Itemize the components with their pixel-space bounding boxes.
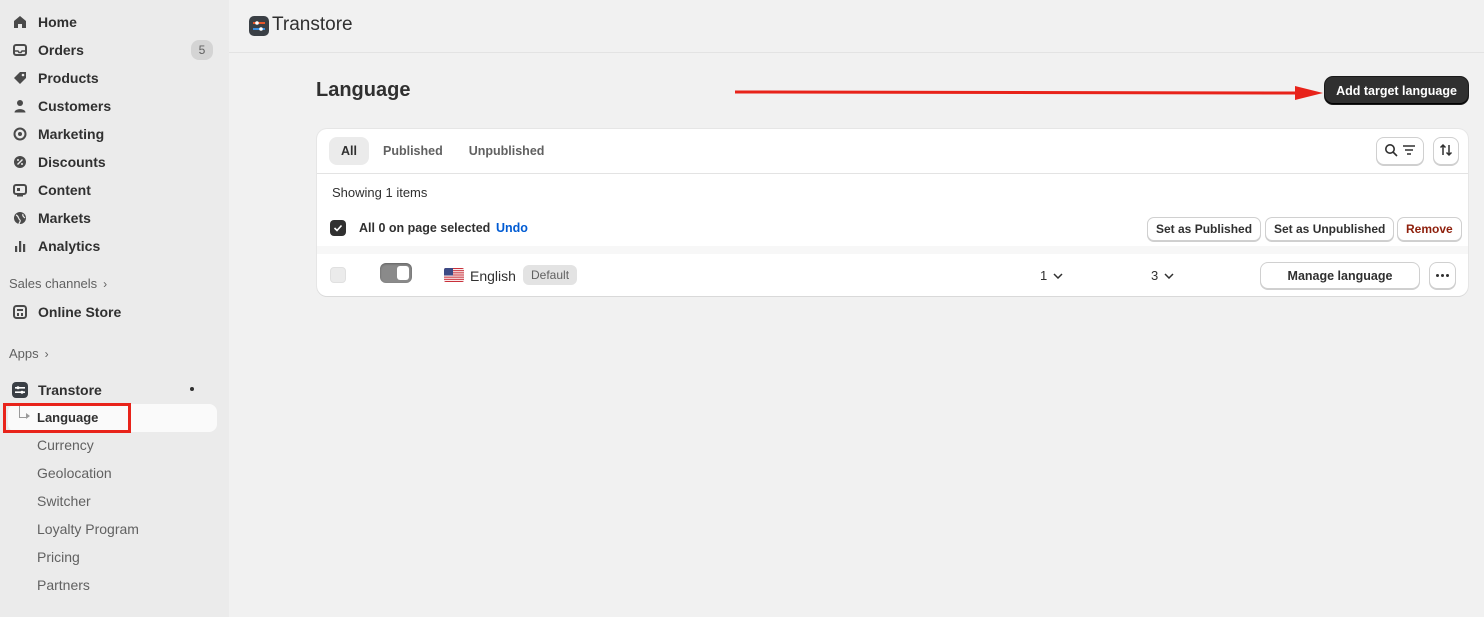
row-separator [317, 246, 1468, 254]
apps-label: Apps [9, 346, 39, 361]
sales-channels-heading[interactable]: Sales channels › [9, 276, 107, 291]
chevron-down-icon [1053, 272, 1063, 279]
count-dropdown-2[interactable]: 3 [1151, 268, 1174, 283]
nav-item-home[interactable]: Home [8, 8, 217, 36]
sub-item-partners[interactable]: Partners [37, 577, 90, 593]
transtore-app-icon [12, 382, 28, 398]
ellipsis-icon [1446, 274, 1449, 277]
tab-published[interactable]: Published [371, 137, 455, 165]
sub-item-geolocation[interactable]: Geolocation [37, 465, 112, 481]
tag-icon [12, 70, 28, 86]
showing-count-text: Showing 1 items [332, 185, 428, 200]
set-as-unpublished-button[interactable]: Set as Unpublished [1265, 217, 1395, 241]
sub-item-currency[interactable]: Currency [37, 437, 94, 453]
divider [317, 173, 1468, 174]
language-list-card: All Published Unpublished Showing 1 item… [317, 129, 1468, 296]
count-value: 3 [1151, 268, 1159, 283]
home-icon [12, 14, 28, 30]
nav-item-markets[interactable]: Markets [8, 204, 217, 232]
app-header: Transtore [229, 0, 1484, 53]
remove-button[interactable]: Remove [1397, 217, 1462, 241]
nav-label: Home [38, 14, 77, 30]
add-target-language-button[interactable]: Add target language [1325, 77, 1468, 104]
page-title: Language [316, 79, 411, 101]
search-icon [1384, 143, 1398, 160]
sub-item-switcher[interactable]: Switcher [37, 493, 91, 509]
annotation-highlight-box [3, 403, 131, 433]
tab-all[interactable]: All [329, 137, 369, 165]
language-name: English [470, 268, 516, 284]
nav-item-discounts[interactable]: Discounts [8, 148, 217, 176]
apps-heading[interactable]: Apps › [9, 346, 49, 361]
nav-label: Online Store [38, 304, 122, 320]
nav-label: Marketing [38, 126, 105, 142]
nav-label: Orders [38, 42, 84, 58]
nav-label: Markets [38, 210, 91, 226]
discount-icon [12, 154, 28, 170]
nav-item-marketing[interactable]: Marketing [8, 120, 217, 148]
count-value: 1 [1040, 268, 1048, 283]
annotation-arrow [735, 86, 1323, 100]
search-filter-button[interactable] [1376, 137, 1424, 165]
select-all-checkbox[interactable] [330, 220, 346, 236]
filter-icon [1402, 143, 1416, 159]
tab-unpublished[interactable]: Unpublished [457, 137, 557, 165]
row-checkbox[interactable] [330, 267, 346, 283]
undo-link[interactable]: Undo [496, 221, 528, 235]
app-title: Transtore [272, 14, 353, 35]
filter-tabs: All Published Unpublished [329, 137, 556, 165]
manage-language-button[interactable]: Manage language [1260, 262, 1420, 289]
nav-label: Customers [38, 98, 112, 114]
bulk-actions-row: All 0 on page selected Undo Set as Publi… [317, 213, 1468, 246]
sort-icon [1439, 143, 1453, 160]
nav-item-content[interactable]: Content [8, 176, 217, 204]
ellipsis-icon [1436, 274, 1439, 277]
nav-label: Analytics [38, 238, 101, 254]
orders-count-badge: 5 [191, 40, 213, 60]
pin-dot [190, 387, 194, 391]
nav-label: Products [38, 70, 99, 86]
bar-chart-icon [12, 238, 28, 254]
nav-item-customers[interactable]: Customers [8, 92, 217, 120]
person-icon [12, 98, 28, 114]
nav-item-products[interactable]: Products [8, 64, 217, 92]
content-icon [12, 182, 28, 198]
nav-item-orders[interactable]: Orders 5 [8, 36, 217, 64]
sub-item-loyalty-program[interactable]: Loyalty Program [37, 521, 139, 537]
default-badge: Default [523, 265, 578, 285]
table-row: English Default 1 3 Manage language [317, 254, 1468, 296]
count-dropdown-1[interactable]: 1 [1040, 268, 1063, 283]
globe-icon [12, 210, 28, 226]
ellipsis-icon [1441, 274, 1444, 277]
sales-channels-label: Sales channels [9, 276, 98, 291]
nav-item-transtore[interactable]: Transtore [8, 376, 217, 404]
store-icon [12, 304, 28, 320]
nav-label: Content [38, 182, 91, 198]
set-as-published-button[interactable]: Set as Published [1147, 217, 1262, 241]
us-flag-icon [444, 268, 464, 282]
chevron-down-icon [1164, 272, 1174, 279]
sub-item-pricing[interactable]: Pricing [37, 549, 80, 565]
nav-label: Transtore [38, 382, 102, 398]
selection-status-text: All 0 on page selected [359, 221, 491, 235]
target-icon [12, 126, 28, 142]
transtore-logo-icon [249, 16, 269, 36]
sidebar: Home Orders 5 Products Customers Marketi… [0, 0, 229, 617]
nav-item-analytics[interactable]: Analytics [8, 232, 217, 260]
publish-toggle[interactable] [380, 263, 412, 283]
chevron-right-icon: › [44, 346, 49, 361]
checkmark-icon [333, 224, 343, 232]
nav-item-online-store[interactable]: Online Store [8, 298, 217, 326]
sort-button[interactable] [1433, 137, 1459, 165]
nav-label: Discounts [38, 154, 106, 170]
chevron-right-icon: › [103, 276, 108, 291]
inbox-icon [12, 42, 28, 58]
more-actions-button[interactable] [1429, 262, 1456, 289]
